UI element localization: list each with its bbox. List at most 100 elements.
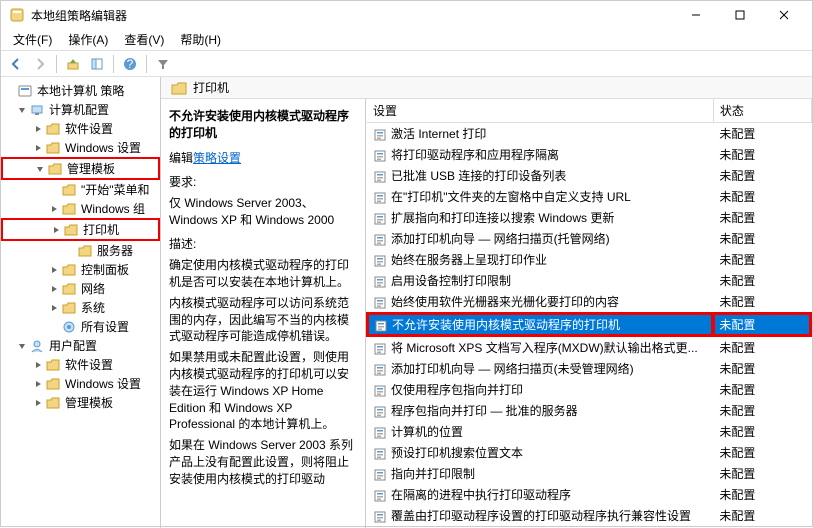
policy-setting-cell: 在隔离的进程中执行打印驱动程序 (367, 484, 713, 505)
policy-row[interactable]: 指向并打印限制未配置 (367, 463, 811, 484)
expand-icon[interactable] (31, 396, 45, 410)
tree-windows-settings[interactable]: Windows 设置 (1, 138, 160, 157)
policy-setting-text: 始终使用软件光栅器来光栅化要打印的内容 (391, 295, 619, 309)
up-button[interactable] (62, 53, 84, 75)
back-button[interactable] (5, 53, 27, 75)
menu-view[interactable]: 查看(V) (116, 29, 172, 50)
tree-printers[interactable]: 打印机 (1, 218, 160, 241)
policy-row[interactable]: 预设打印机搜索位置文本未配置 (367, 442, 811, 463)
expand-icon[interactable] (47, 282, 61, 296)
toolbar-separator (56, 55, 57, 73)
policy-setting-cell: 计算机的位置 (367, 421, 713, 442)
tree-all-settings[interactable]: 所有设置 (1, 317, 160, 336)
policy-icon (373, 149, 387, 163)
policy-row[interactable]: 在"打印机"文件夹的左窗格中自定义支持 URL未配置 (367, 186, 811, 207)
folder-icon (45, 376, 61, 392)
policy-row[interactable]: 始终使用软件光栅器来光栅化要打印的内容未配置 (367, 291, 811, 313)
tree-user-config[interactable]: 用户配置 (1, 336, 160, 355)
filter-button[interactable] (152, 53, 174, 75)
right-pane: 打印机 不允许安装使用内核模式驱动程序的打印机 编辑策略设置 要求: 仅 Win… (161, 77, 812, 528)
tree-computer-config[interactable]: 计算机配置 (1, 100, 160, 119)
expand-icon[interactable] (31, 377, 45, 391)
menu-file[interactable]: 文件(F) (5, 29, 60, 50)
edit-policy-link[interactable]: 策略设置 (193, 151, 241, 165)
minimize-button[interactable] (676, 3, 716, 27)
policy-row[interactable]: 扩展指向和打印连接以搜索 Windows 更新未配置 (367, 207, 811, 228)
folder-icon (61, 262, 77, 278)
policy-state-cell: 未配置 (713, 379, 811, 400)
help-button[interactable]: ? (119, 53, 141, 75)
policy-row[interactable]: 已批准 USB 连接的打印设备列表未配置 (367, 165, 811, 186)
tree-root[interactable]: 本地计算机 策略 (1, 81, 160, 100)
policy-setting-cell: 在"打印机"文件夹的左窗格中自定义支持 URL (367, 186, 713, 207)
menu-action[interactable]: 操作(A) (60, 29, 116, 50)
requirements-label: 要求: (169, 174, 357, 191)
tree-network[interactable]: 网络 (1, 279, 160, 298)
description-body: 内核模式驱动程序可以访问系统范围的内存，因此编写不当的内核模式驱动程序可能造成停… (169, 295, 357, 345)
tree-admin-templates-user[interactable]: 管理模板 (1, 393, 160, 412)
tree-software-settings-user[interactable]: 软件设置 (1, 355, 160, 374)
tree-label: Windows 设置 (65, 139, 141, 156)
tree-windows-components[interactable]: Windows 组 (1, 199, 160, 218)
menu-help[interactable]: 帮助(H) (172, 29, 229, 50)
tree-admin-templates[interactable]: 管理模板 (1, 157, 160, 180)
folder-icon (61, 201, 77, 217)
menubar: 文件(F) 操作(A) 查看(V) 帮助(H) (1, 29, 812, 51)
column-header-state[interactable]: 状态 (713, 99, 811, 123)
tree-system[interactable]: 系统 (1, 298, 160, 317)
policy-row[interactable]: 不允许安装使用内核模式驱动程序的打印机未配置 (367, 313, 811, 336)
folder-icon (171, 80, 187, 96)
policy-row[interactable]: 在隔离的进程中执行打印驱动程序未配置 (367, 484, 811, 505)
expand-icon[interactable] (31, 141, 45, 155)
policy-state-cell: 未配置 (713, 505, 811, 526)
policy-row[interactable]: 添加打印机向导 — 网络扫描页(托管网络)未配置 (367, 228, 811, 249)
expand-icon[interactable] (49, 223, 63, 237)
policy-setting-text: 覆盖由打印驱动程序设置的打印驱动程序执行兼容性设置 (391, 509, 691, 523)
policy-row[interactable]: 计算机的位置未配置 (367, 421, 811, 442)
navigation-tree[interactable]: 本地计算机 策略 计算机配置 软件设置 Windows 设置 管理模板 "开始"… (1, 77, 161, 528)
policy-icon (373, 363, 387, 377)
tree-label: 控制面板 (81, 261, 129, 278)
description-body: 如果在 Windows Server 2003 系列产品上没有配置此设置，则将阻… (169, 437, 357, 487)
policy-row[interactable]: 激活 Internet 打印未配置 (367, 123, 811, 145)
policy-row[interactable]: 覆盖由打印驱动程序设置的打印驱动程序执行兼容性设置 未配置 (367, 505, 811, 526)
policy-icon (373, 212, 387, 226)
policy-row[interactable]: 启用设备控制打印限制未配置 (367, 270, 811, 291)
tree-label: Windows 设置 (65, 375, 141, 392)
policy-row[interactable]: 添加打印机向导 — 网络扫描页(未受管理网络)未配置 (367, 358, 811, 379)
show-hide-tree-button[interactable] (86, 53, 108, 75)
policy-row[interactable]: 将打印驱动程序和应用程序隔离未配置 (367, 144, 811, 165)
expand-icon[interactable] (31, 358, 45, 372)
collapse-icon[interactable] (33, 162, 47, 176)
window-titlebar: 本地组策略编辑器 (1, 1, 812, 29)
policy-setting-text: 仅使用程序包指向并打印 (391, 383, 523, 397)
tree-windows-settings-user[interactable]: Windows 设置 (1, 374, 160, 393)
tree-software-settings[interactable]: 软件设置 (1, 119, 160, 138)
policy-description-pane: 不允许安装使用内核模式驱动程序的打印机 编辑策略设置 要求: 仅 Windows… (161, 99, 366, 528)
policy-state-cell: 未配置 (713, 463, 811, 484)
tree-start-menu[interactable]: "开始"菜单和 (1, 180, 160, 199)
tree-label: 系统 (81, 299, 105, 316)
policy-row[interactable]: 程序包指向并打印 — 批准的服务器未配置 (367, 400, 811, 421)
expand-icon[interactable] (31, 122, 45, 136)
expand-icon[interactable] (47, 202, 61, 216)
column-header-setting[interactable]: 设置 (367, 99, 713, 123)
collapse-icon[interactable] (15, 103, 29, 117)
policy-row[interactable]: 始终在服务器上呈现打印作业未配置 (367, 249, 811, 270)
policy-setting-cell: 覆盖由打印驱动程序设置的打印驱动程序执行兼容性设置 (367, 505, 713, 526)
close-button[interactable] (764, 3, 804, 27)
collapse-icon[interactable] (15, 339, 29, 353)
folder-icon (61, 300, 77, 316)
policy-icon (373, 468, 387, 482)
folder-header: 打印机 (161, 77, 812, 99)
policy-row[interactable]: 将 Microsoft XPS 文档写入程序(MXDW)默认输出格式更...未配… (367, 336, 811, 358)
tree-label: 所有设置 (81, 318, 129, 335)
forward-button[interactable] (29, 53, 51, 75)
tree-control-panel[interactable]: 控制面板 (1, 260, 160, 279)
expand-icon[interactable] (47, 263, 61, 277)
policy-list[interactable]: 设置 状态 激活 Internet 打印未配置将打印驱动程序和应用程序隔离未配置… (366, 99, 812, 528)
expand-icon[interactable] (47, 301, 61, 315)
policy-row[interactable]: 仅使用程序包指向并打印 未配置 (367, 379, 811, 400)
tree-servers[interactable]: 服务器 (1, 241, 160, 260)
maximize-button[interactable] (720, 3, 760, 27)
